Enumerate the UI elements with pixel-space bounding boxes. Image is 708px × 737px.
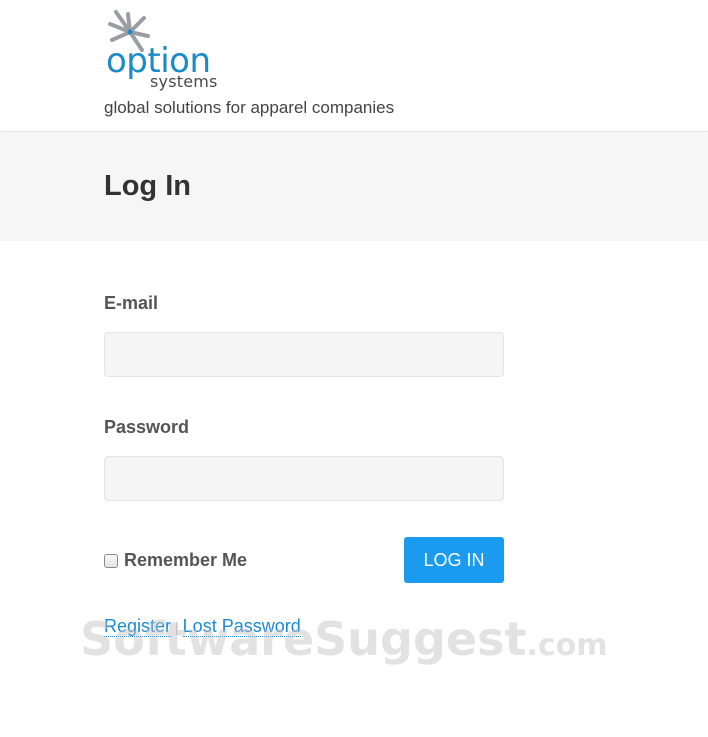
page-title: Log In <box>104 170 191 202</box>
link-separator: | <box>175 619 179 635</box>
email-label: E-mail <box>104 293 159 313</box>
tagline: global solutions for apparel companies <box>104 98 395 117</box>
email-field[interactable] <box>104 332 504 377</box>
remember-me-checkbox[interactable] <box>104 554 118 568</box>
remember-me-label[interactable]: Remember Me <box>124 550 247 571</box>
remember-me-row[interactable]: Remember Me <box>104 549 247 571</box>
register-link[interactable]: Register <box>104 616 172 637</box>
account-links: Register | Lost Password <box>104 616 301 637</box>
login-button[interactable]: LOG IN <box>404 537 504 583</box>
option-systems-logo[interactable]: option systems <box>104 8 234 94</box>
logo-subtitle: systems <box>150 72 218 91</box>
password-field[interactable] <box>104 456 504 501</box>
password-label: Password <box>104 417 190 437</box>
site-header: option systems global solutions for appa… <box>0 0 708 132</box>
watermark-suffix: .com <box>526 628 608 663</box>
lost-password-link[interactable]: Lost Password <box>182 616 301 637</box>
